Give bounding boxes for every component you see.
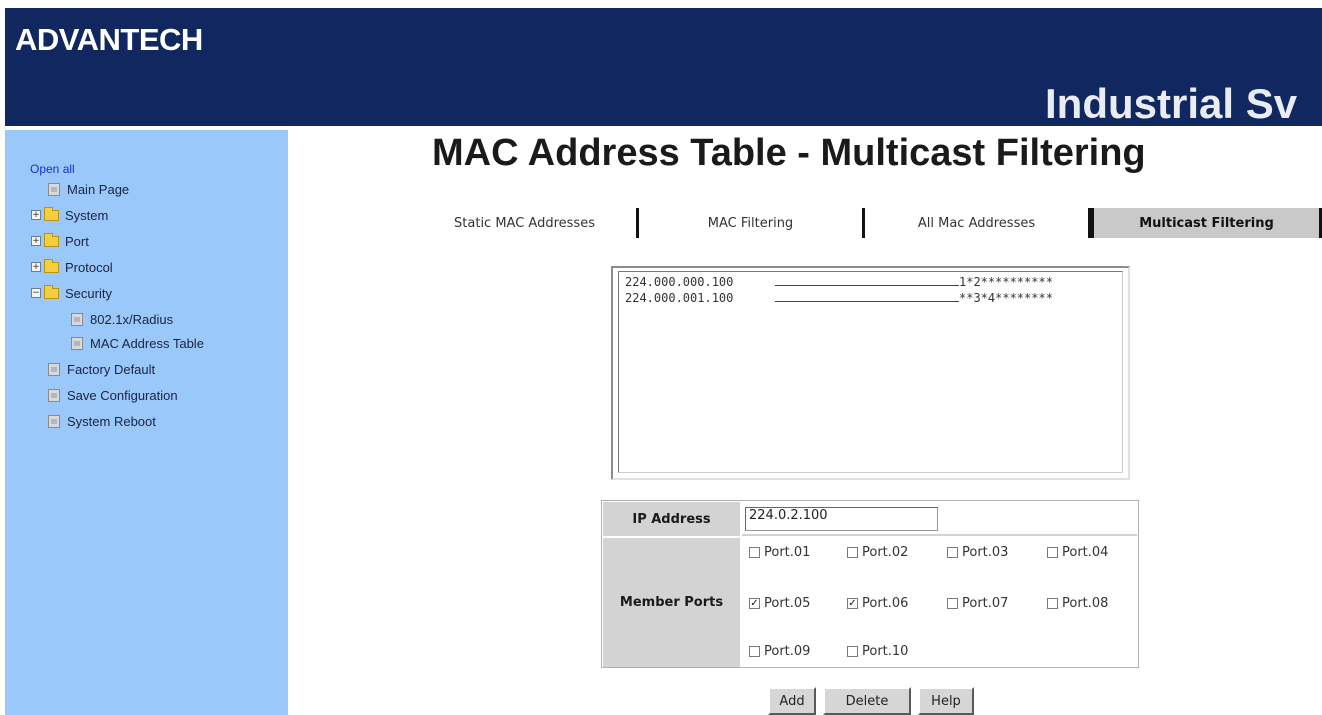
port-label: Port.03 (962, 545, 1009, 560)
entry-ip: 224.000.001.100 (625, 291, 734, 305)
port-label: Port.08 (1062, 596, 1109, 611)
ip-address-label: IP Address (603, 502, 740, 536)
list-item[interactable]: 224.000.001.100 **3*4******** (625, 291, 1053, 305)
sidebar-item-label: MAC Address Table (90, 335, 204, 351)
sidebar-item-label: Factory Default (67, 361, 156, 377)
collapse-icon[interactable]: − (31, 288, 41, 298)
expand-icon[interactable]: + (31, 262, 41, 272)
port-04-checkbox[interactable]: Port.04 (1047, 545, 1108, 560)
ip-address-cell: 224.0.2.100 (742, 502, 1137, 536)
sidebar-item-802-1x-radius[interactable]: 802.1x/Radius (71, 310, 173, 328)
tab-bar: Static MAC Addresses MAC Filtering All M… (413, 208, 1322, 238)
tab-mac-filtering[interactable]: MAC Filtering (639, 208, 865, 238)
sidebar-item-mac-address-table[interactable]: MAC Address Table (71, 334, 204, 352)
page-icon (71, 312, 83, 326)
port-03-checkbox[interactable]: Port.03 (947, 545, 1008, 560)
sidebar-item-label: System Reboot (67, 413, 156, 429)
expand-icon[interactable]: + (31, 210, 41, 220)
page-icon (71, 336, 83, 350)
port-label: Port.06 (862, 596, 909, 611)
folder-icon (44, 258, 59, 273)
tab-all-mac-addresses[interactable]: All Mac Addresses (865, 208, 1091, 238)
sidebar-nav: Open all Main Page + System + Port + Pro… (5, 130, 288, 715)
checkbox-icon[interactable] (847, 646, 858, 657)
header-banner: ADVANTECH Industrial Sv (5, 8, 1322, 126)
folder-icon (44, 232, 59, 247)
port-label: Port.10 (862, 644, 909, 659)
list-frame: 224.000.000.100 1*2********** 224.000.001… (618, 271, 1123, 473)
sidebar-item-main-page[interactable]: Main Page (48, 180, 129, 198)
checkbox-icon[interactable] (1047, 547, 1058, 558)
port-08-checkbox[interactable]: Port.08 (1047, 596, 1108, 611)
port-10-checkbox[interactable]: Port.10 (847, 644, 908, 659)
checkbox-icon[interactable] (847, 547, 858, 558)
port-label: Port.01 (764, 545, 811, 560)
page-icon (48, 388, 60, 402)
port-01-checkbox[interactable]: Port.01 (749, 545, 810, 560)
sidebar-item-label: Port (65, 233, 89, 249)
sidebar-item-protocol[interactable]: + Protocol (31, 258, 113, 276)
port-06-checkbox[interactable]: ✓ Port.06 (847, 596, 908, 611)
port-05-checkbox[interactable]: ✓ Port.05 (749, 596, 810, 611)
checkbox-icon[interactable] (947, 547, 958, 558)
sidebar-item-system-reboot[interactable]: System Reboot (48, 412, 156, 430)
sidebar-item-save-configuration[interactable]: Save Configuration (48, 386, 178, 404)
port-07-checkbox[interactable]: Port.07 (947, 596, 1008, 611)
checkbox-icon[interactable]: ✓ (749, 598, 760, 609)
tab-static-mac-addresses[interactable]: Static MAC Addresses (413, 208, 639, 238)
sidebar-item-system[interactable]: + System (31, 206, 108, 224)
sidebar-item-label: Protocol (65, 259, 113, 275)
ip-address-input[interactable]: 224.0.2.100 (745, 507, 938, 531)
sidebar-item-security[interactable]: − Security (31, 284, 112, 302)
member-ports-label: Member Ports (603, 538, 740, 667)
multicast-form-table: IP Address 224.0.2.100 Member Ports Port… (601, 500, 1139, 668)
port-label: Port.04 (1062, 545, 1109, 560)
checkbox-icon[interactable] (1047, 598, 1058, 609)
entry-separator-line (775, 291, 959, 302)
checkbox-icon[interactable] (749, 547, 760, 558)
open-all-link[interactable]: Open all (30, 162, 75, 176)
entry-ports: **3*4******** (959, 291, 1053, 305)
port-02-checkbox[interactable]: Port.02 (847, 545, 908, 560)
sidebar-item-label: Save Configuration (67, 387, 178, 403)
advantech-logo: ADVANTECH (15, 22, 203, 57)
expand-icon[interactable]: + (31, 236, 41, 246)
sidebar-item-port[interactable]: + Port (31, 232, 89, 250)
delete-button[interactable]: Delete (823, 687, 911, 715)
folder-open-icon (44, 284, 59, 299)
entry-ip: 224.000.000.100 (625, 275, 734, 289)
sidebar-item-label: Security (65, 285, 112, 301)
multicast-entries-list[interactable]: 224.000.000.100 1*2********** 224.000.001… (611, 266, 1130, 480)
port-label: Port.07 (962, 596, 1009, 611)
add-button[interactable]: Add (768, 687, 816, 715)
port-label: Port.05 (764, 596, 811, 611)
checkbox-icon[interactable]: ✓ (847, 598, 858, 609)
entry-ports: 1*2********** (959, 275, 1053, 289)
page-icon (48, 414, 60, 428)
tab-multicast-filtering[interactable]: Multicast Filtering (1091, 208, 1322, 238)
port-label: Port.02 (862, 545, 909, 560)
page-icon (48, 182, 60, 196)
help-button[interactable]: Help (918, 687, 974, 715)
folder-icon (44, 206, 59, 221)
sidebar-item-label: System (65, 207, 109, 223)
port-09-checkbox[interactable]: Port.09 (749, 644, 810, 659)
port-label: Port.09 (764, 644, 811, 659)
checkbox-icon[interactable] (947, 598, 958, 609)
list-item[interactable]: 224.000.000.100 1*2********** (625, 275, 1053, 289)
page-title: MAC Address Table - Multicast Filtering (432, 132, 1146, 174)
sidebar-item-factory-default[interactable]: Factory Default (48, 360, 155, 378)
sidebar-item-label: 802.1x/Radius (90, 311, 174, 327)
sidebar-item-label: Main Page (67, 181, 130, 197)
checkbox-icon[interactable] (749, 646, 760, 657)
banner-title: Industrial Sv (1045, 80, 1298, 126)
entry-separator-line (775, 275, 959, 286)
page-icon (48, 362, 60, 376)
